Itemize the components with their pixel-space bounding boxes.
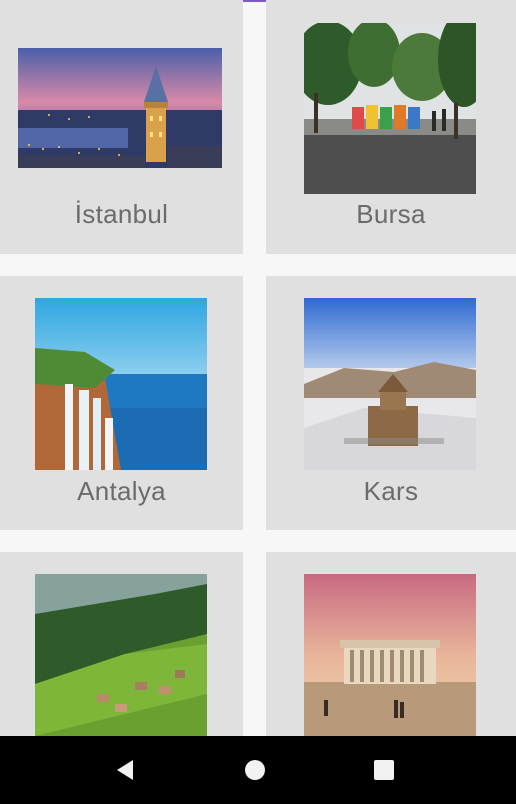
anitkabir-image [304, 574, 476, 736]
bursa-image [304, 23, 476, 194]
back-icon[interactable] [111, 756, 139, 784]
city-name-label: Kars [363, 476, 419, 506]
navigation-bar [0, 736, 516, 804]
city-card-kars[interactable]: Kars [266, 276, 516, 530]
city-card-antalya[interactable]: Antalya [0, 276, 243, 530]
city-card-istanbul[interactable]: İstanbul [0, 0, 243, 254]
home-icon[interactable] [241, 756, 269, 784]
city-name-label: Antalya [77, 476, 166, 506]
city-name-label: Bursa [356, 199, 426, 229]
istanbul-image [18, 48, 222, 168]
city-card-bursa[interactable]: Bursa [266, 0, 516, 254]
antalya-image [35, 298, 207, 470]
city-name-label: İstanbul [74, 199, 169, 229]
highlands-image [35, 574, 207, 736]
kars-image [304, 298, 476, 470]
recents-icon[interactable] [370, 756, 398, 784]
